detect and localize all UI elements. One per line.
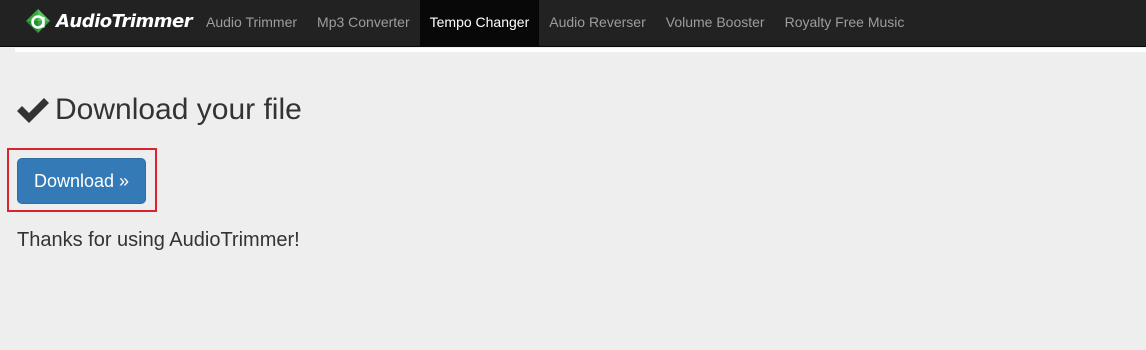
brand-name: AudioTrimmer: [56, 10, 193, 32]
page-heading-text: Download your file: [55, 93, 302, 126]
checkmark-icon: [17, 96, 49, 124]
nav-item-royalty-free-music[interactable]: Royalty Free Music: [775, 0, 915, 47]
nav-item-tempo-changer[interactable]: Tempo Changer: [419, 0, 540, 47]
nav-item-audio-trimmer[interactable]: Audio Trimmer: [196, 0, 307, 47]
top-navbar: AudioTrimmer Audio Trimmer Mp3 Converter…: [0, 0, 1146, 47]
nav-item-audio-reverser[interactable]: Audio Reverser: [539, 0, 656, 47]
brand-link[interactable]: AudioTrimmer: [25, 6, 193, 36]
main-nav: Audio Trimmer Mp3 Converter Tempo Change…: [196, 0, 914, 47]
nav-item-volume-booster[interactable]: Volume Booster: [656, 0, 775, 47]
download-button[interactable]: Download »: [17, 158, 146, 204]
thanks-message: Thanks for using AudioTrimmer!: [17, 229, 300, 251]
nav-item-mp3-converter[interactable]: Mp3 Converter: [307, 0, 420, 47]
page-heading: Download your file: [17, 92, 302, 128]
navbar-divider: [15, 48, 1146, 52]
audiotrimmer-logo-icon: [25, 8, 51, 34]
